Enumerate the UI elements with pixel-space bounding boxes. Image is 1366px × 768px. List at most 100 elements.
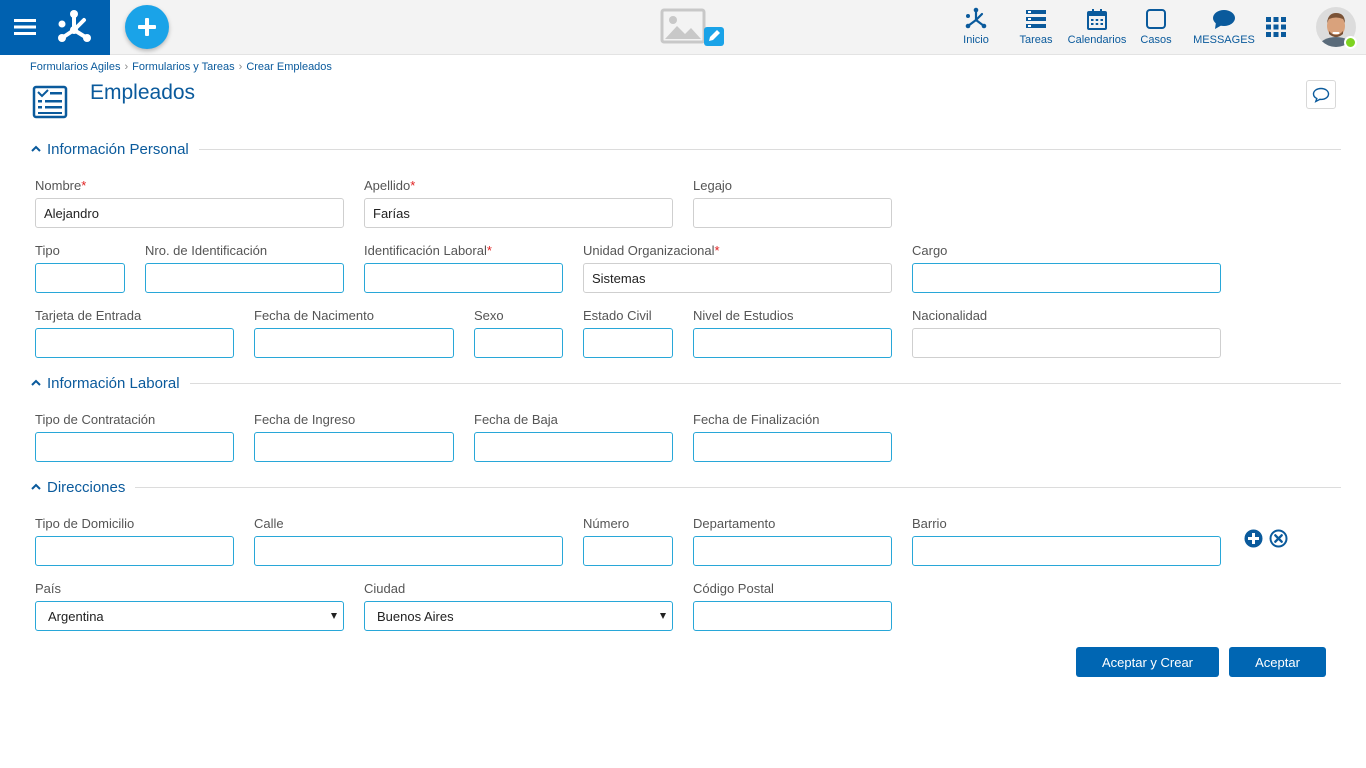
fecha-finalizacion-input[interactable] — [693, 432, 892, 462]
fecha-nacimiento-label: Fecha de Nacimento — [254, 308, 374, 323]
breadcrumb-item-current[interactable]: Crear Empleados — [246, 61, 332, 73]
departamento-label: Departamento — [693, 516, 776, 531]
tasks-icon — [1024, 7, 1048, 31]
identificacion-laboral-label: Identificación Laboral* — [364, 243, 492, 258]
plus-icon — [138, 18, 156, 36]
nav-messages[interactable]: MESSAGES — [1192, 7, 1256, 49]
apellido-label: Apellido* — [364, 178, 415, 193]
required-marker: * — [714, 243, 720, 258]
section-informacion-personal: Información Personal — [30, 139, 1341, 159]
nacionalidad-input[interactable] — [912, 328, 1221, 358]
remove-row-icon[interactable] — [1269, 529, 1288, 548]
hamburger-menu-icon[interactable] — [12, 14, 38, 40]
pais-selected-value: Argentina — [48, 608, 104, 624]
legajo-input[interactable] — [693, 198, 892, 228]
chevron-up-icon[interactable] — [30, 377, 42, 389]
fecha-finalizacion-label: Fecha de Finalización — [693, 412, 820, 427]
calle-input[interactable] — [254, 536, 563, 566]
breadcrumb-item[interactable]: Formularios y Tareas — [132, 61, 235, 73]
section-divider — [198, 148, 1341, 150]
chat-icon — [1212, 7, 1236, 31]
section-title[interactable]: Direcciones — [47, 479, 125, 496]
required-marker: * — [410, 178, 416, 193]
form-icon — [32, 84, 68, 120]
calendar-icon — [1085, 7, 1109, 31]
tipo-contratacion-input[interactable] — [35, 432, 234, 462]
section-divider — [135, 486, 1341, 488]
tipo-contratacion-label: Tipo de Contratación — [35, 412, 156, 427]
unidad-organizacional-label-text: Unidad Organizacional — [583, 243, 715, 258]
ciudad-selected-value: Buenos Aires — [377, 608, 454, 624]
identificacion-laboral-label-text: Identificación Laboral — [364, 243, 487, 258]
sexo-label: Sexo — [474, 308, 504, 323]
nav-casos[interactable]: Casos — [1140, 7, 1172, 49]
image-placeholder-icon[interactable] — [660, 8, 726, 50]
calle-label: Calle — [254, 516, 284, 531]
tipo-domicilio-input[interactable] — [35, 536, 234, 566]
legajo-label: Legajo — [693, 178, 733, 193]
accept-button[interactable]: Aceptar — [1229, 647, 1326, 677]
nav-tareas[interactable]: Tareas — [1018, 7, 1054, 49]
chevron-up-icon[interactable] — [30, 481, 42, 493]
barrio-input[interactable] — [912, 536, 1221, 566]
comment-button[interactable] — [1306, 80, 1336, 109]
nav-calendarios[interactable]: Calendarios — [1066, 7, 1128, 49]
section-direcciones: Direcciones — [30, 477, 1341, 497]
nro-identificacion-input[interactable] — [145, 263, 344, 293]
breadcrumb: Formularios Agiles › Formularios y Tareas ›… — [30, 61, 332, 73]
apps-grid-icon[interactable] — [1266, 17, 1286, 37]
ciudad-select[interactable]: Buenos Aires — [364, 601, 673, 631]
identificacion-laboral-input[interactable] — [364, 263, 563, 293]
nav-label: Casos — [1140, 34, 1172, 46]
required-marker: * — [486, 243, 492, 258]
nivel-estudios-input[interactable] — [693, 328, 892, 358]
nacionalidad-label: Nacionalidad — [912, 308, 988, 323]
nav-inicio[interactable]: Inicio — [960, 7, 992, 49]
nombre-input[interactable] — [35, 198, 344, 228]
nav-label: MESSAGES — [1193, 34, 1255, 46]
estado-civil-label: Estado Civil — [583, 308, 652, 323]
nombre-label-text: Nombre — [35, 178, 82, 193]
unidad-organizacional-input[interactable] — [583, 263, 892, 293]
numero-input[interactable] — [583, 536, 673, 566]
nav-label: Calendarios — [1067, 34, 1127, 46]
ciudad-label: Ciudad — [364, 581, 406, 596]
fecha-nacimiento-input[interactable] — [254, 328, 454, 358]
app-logo-icon[interactable] — [54, 8, 94, 46]
tipo-label: Tipo — [35, 243, 60, 258]
tipo-domicilio-label: Tipo de Domicilio — [35, 516, 135, 531]
dropdown-caret-icon — [331, 613, 337, 619]
chevron-up-icon[interactable] — [30, 143, 42, 155]
barrio-label: Barrio — [912, 516, 947, 531]
tipo-input[interactable] — [35, 263, 125, 293]
unidad-organizacional-label: Unidad Organizacional* — [583, 243, 720, 258]
estado-civil-input[interactable] — [583, 328, 673, 358]
breadcrumb-separator: › — [124, 61, 129, 73]
breadcrumb-item[interactable]: Formularios Agiles — [30, 61, 120, 73]
fecha-baja-input[interactable] — [474, 432, 673, 462]
apellido-label-text: Apellido — [364, 178, 411, 193]
page-title: Empleados — [90, 81, 196, 104]
nro-identificacion-label: Nro. de Identificación — [145, 243, 268, 258]
sexo-input[interactable] — [474, 328, 563, 358]
cargo-label: Cargo — [912, 243, 948, 258]
codigo-postal-input[interactable] — [693, 601, 892, 631]
apellido-input[interactable] — [364, 198, 673, 228]
departamento-input[interactable] — [693, 536, 892, 566]
section-title[interactable]: Información Laboral — [47, 375, 180, 392]
fecha-baja-label: Fecha de Baja — [474, 412, 558, 427]
fecha-ingreso-label: Fecha de Ingreso — [254, 412, 356, 427]
pais-select[interactable]: Argentina — [35, 601, 344, 631]
online-status-indicator — [1344, 36, 1357, 49]
numero-label: Número — [583, 516, 630, 531]
network-icon — [964, 7, 988, 31]
nivel-estudios-label: Nivel de Estudios — [693, 308, 794, 323]
accept-and-create-button[interactable]: Aceptar y Crear — [1076, 647, 1219, 677]
section-title[interactable]: Información Personal — [47, 141, 189, 158]
tarjeta-entrada-input[interactable] — [35, 328, 234, 358]
tarjeta-entrada-label: Tarjeta de Entrada — [35, 308, 142, 323]
add-row-icon[interactable] — [1244, 529, 1263, 548]
cargo-input[interactable] — [912, 263, 1221, 293]
fecha-ingreso-input[interactable] — [254, 432, 454, 462]
add-button[interactable] — [125, 5, 169, 49]
